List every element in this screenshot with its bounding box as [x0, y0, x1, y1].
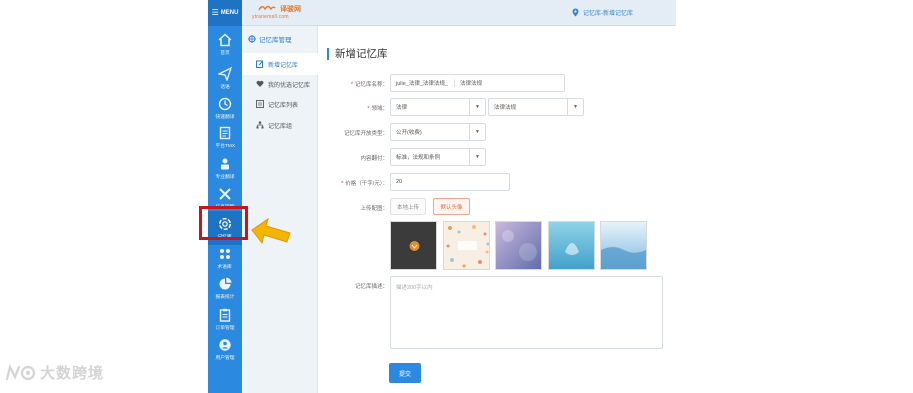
submenu-panel: 记忆库管理 新增记忆库我的优选记忆库 记忆库列表记忆库组 — [242, 26, 318, 393]
list-icon — [256, 100, 264, 108]
target-icon — [248, 35, 256, 43]
brand-logo[interactable]: 译骏网 ytranemall.com — [252, 3, 316, 23]
logo-text: 译骏网 — [280, 6, 301, 13]
cover-image-dots — [444, 222, 489, 269]
icon-rail: ☰ MENU 首页 话语 快速翻译 平台TMX 专业翻译 任务管理 记忆库 术语库 报表统计 订单… — [208, 0, 242, 393]
price-input[interactable]: 20 — [390, 173, 510, 191]
content-select-value: 标准，法规和条例 — [396, 155, 441, 161]
menu-label: MENU — [220, 10, 239, 16]
description-label: 记忆库描述： — [354, 284, 388, 290]
open-type-label: 记忆库开放类型： — [343, 131, 388, 137]
content-label: 内容翻付： — [360, 156, 388, 162]
cover-thumbnail[interactable] — [600, 221, 647, 270]
pie-chart-icon — [218, 277, 232, 291]
clipboard-icon — [218, 308, 232, 322]
name-value: 法律法规 — [453, 79, 482, 87]
submit-button[interactable]: 提交 — [389, 363, 421, 383]
submenu-item-1[interactable]: 我的优选记忆库 — [242, 73, 318, 95]
pointer-arrow-icon — [251, 217, 291, 245]
cover-thumbnail[interactable] — [443, 221, 490, 270]
logo-mark-icon — [258, 5, 276, 11]
chevron-down-icon: ▼ — [469, 99, 485, 115]
submenu-item-0[interactable]: 新增记忆库 — [242, 53, 318, 75]
rail-item-label: 报表统计 — [215, 293, 235, 300]
submenu-item-2[interactable]: 记忆库列表 — [242, 93, 318, 115]
watermark-logo-icon — [5, 363, 36, 380]
content-select[interactable]: 标准，法规和条例 ▼ — [390, 148, 486, 166]
submenu-item-label: 我的优选记忆库 — [268, 82, 311, 89]
document-icon — [218, 126, 232, 140]
cover-thumbnail[interactable] — [390, 221, 437, 270]
rail-item-10[interactable]: 用户管理 — [208, 332, 242, 366]
description-textarea[interactable]: 描述200字以内 — [390, 276, 663, 349]
user-circle-icon — [218, 338, 232, 352]
rail-item-label: 术语库 — [217, 263, 233, 270]
cover-image-water — [601, 222, 646, 269]
subdomain-select-value: 法律法规 — [494, 105, 517, 111]
person-icon — [218, 157, 232, 171]
cover-image-splash — [549, 222, 594, 269]
rail-item-label: 用户管理 — [215, 354, 235, 361]
cover-thumbnail[interactable] — [548, 221, 595, 270]
menu-toggle[interactable]: ☰ MENU — [208, 0, 242, 26]
clock-icon — [218, 97, 232, 111]
domain-label: * 领域： — [367, 106, 388, 112]
rail-item-label: 专业翻译 — [215, 173, 235, 180]
open-type-select-value: 公开(收费) — [396, 130, 422, 136]
cover-image-dark — [391, 222, 436, 269]
breadcrumb: 记忆库-新增记忆库 — [572, 8, 633, 17]
domain-select[interactable]: 法律 ▼ — [390, 98, 486, 116]
rail-item-label: 订单管理 — [215, 324, 235, 331]
send-icon — [218, 66, 232, 81]
submenu-title-text: 记忆库管理 — [259, 37, 292, 44]
rail-item-3[interactable]: 平台TMX — [208, 120, 242, 154]
rail-item-7[interactable]: 术语库 — [208, 241, 242, 275]
heart-icon — [256, 80, 264, 88]
edit-icon — [256, 60, 264, 68]
rail-item-label: 快速翻译 — [215, 113, 235, 120]
chevron-down-icon: ▼ — [469, 124, 485, 140]
rail-item-label: 话语 — [220, 83, 230, 90]
tools-icon — [218, 187, 232, 201]
grid-dots-icon — [218, 247, 232, 261]
rail-item-8[interactable]: 报表统计 — [208, 271, 242, 305]
highlight-box — [199, 206, 248, 240]
breadcrumb-text[interactable]: 记忆库-新增记忆库 — [583, 8, 633, 17]
rail-item-9[interactable]: 订单管理 — [208, 302, 242, 336]
name-prefix: julie_法律_法律法规_ — [396, 81, 448, 87]
watermark: 大数跨境 — [4, 362, 104, 383]
home-icon — [218, 32, 232, 47]
submenu-item-label: 记忆库列表 — [268, 102, 299, 109]
page-title: 新增记忆库 — [327, 48, 388, 60]
upload-label: 上传配图： — [360, 206, 388, 212]
org-icon — [256, 121, 264, 129]
rail-item-4[interactable]: 专业翻译 — [208, 151, 242, 185]
chevron-down-icon: ▼ — [469, 149, 485, 165]
default-avatar-button[interactable]: 默认头像 — [433, 198, 470, 215]
hamburger-icon: ☰ — [211, 8, 219, 17]
rail-item-label: 平台TMX — [215, 142, 235, 149]
screenshot-stage: { "rail": { "menu_label": "MENU", "items… — [0, 0, 913, 393]
upload-local-button[interactable]: 本地上传 — [390, 198, 426, 215]
domain-select-value: 法律 — [396, 105, 408, 111]
submenu-item-label: 新增记忆库 — [268, 62, 299, 69]
location-pin-icon — [572, 8, 579, 17]
rail-item-0[interactable]: 首页 — [208, 27, 242, 61]
watermark-text: 大数跨境 — [40, 365, 105, 382]
rail-item-1[interactable]: 话语 — [208, 61, 242, 95]
rail-item-label: 首页 — [220, 49, 230, 56]
subdomain-select[interactable]: 法律法规 ▼ — [488, 98, 584, 116]
price-label: * 价格（千字/元）： — [341, 181, 388, 187]
top-bar: 译骏网 ytranemall.com 记忆库-新增记忆库 — [242, 0, 676, 26]
cover-image-purple — [496, 222, 541, 269]
open-type-select[interactable]: 公开(收费) ▼ — [390, 123, 486, 141]
cover-thumbnail[interactable] — [495, 221, 542, 270]
submenu-item-3[interactable]: 记忆库组 — [242, 114, 318, 136]
chevron-down-icon: ▼ — [567, 99, 583, 115]
logo-url: ytranemall.com — [252, 14, 289, 20]
name-field[interactable]: julie_法律_法律法规_ 法律法规 — [390, 74, 565, 92]
submenu-item-label: 记忆库组 — [268, 123, 293, 130]
name-label: * 记忆库名称： — [350, 82, 388, 88]
submenu-title: 记忆库管理 — [248, 34, 292, 44]
